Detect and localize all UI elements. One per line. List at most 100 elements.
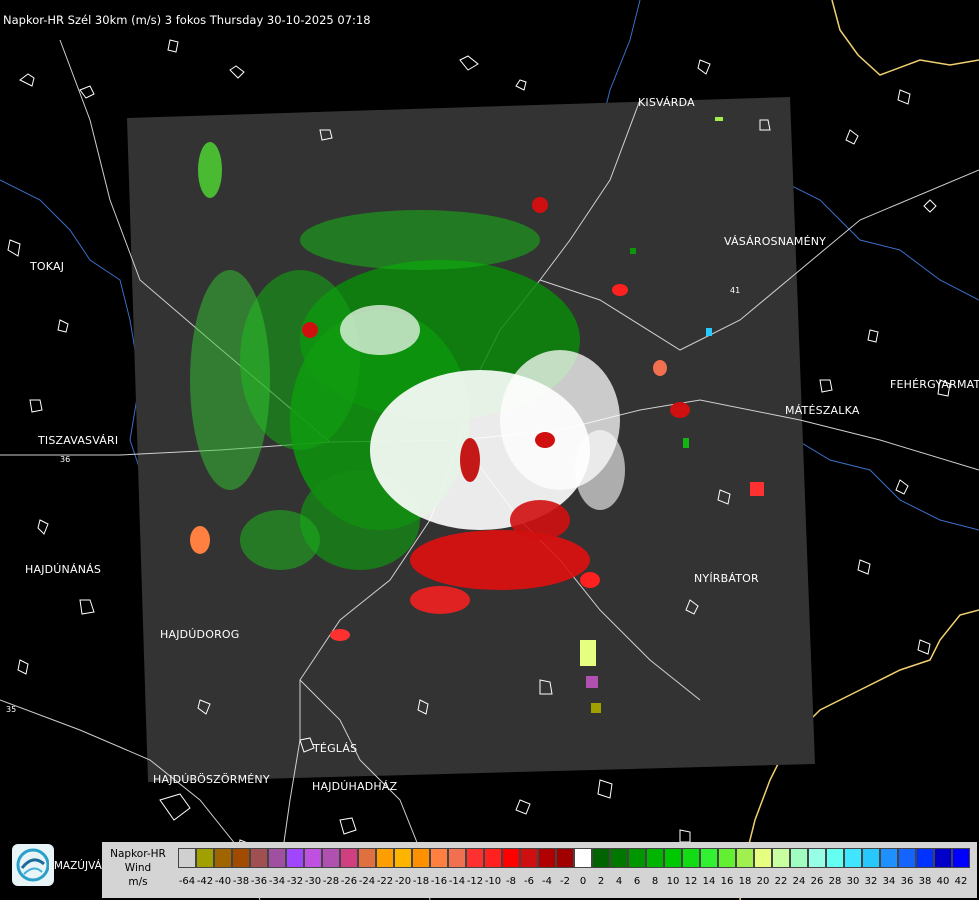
logo-text: LMAZÚJVÁR (48, 860, 110, 872)
legend-swatch (772, 848, 790, 868)
legend-tick-label: 2 (597, 876, 605, 887)
legend-swatch (304, 848, 322, 868)
legend-swatch (790, 848, 808, 868)
road-number-35: 35 (6, 705, 16, 714)
legend-swatch (214, 848, 232, 868)
legend-label-wind: Wind (124, 862, 152, 874)
legend-swatch (538, 848, 556, 868)
legend-swatch (556, 848, 574, 868)
legend-tick-label: 18 (738, 876, 752, 887)
city-label-hajdudorog: HAJDÚDOROG (160, 628, 240, 641)
wind-legend: Napkor-HR Wind m/s -64 -42 -40 -38 -36 -34 -32… (102, 842, 977, 898)
city-label-tiszavasvari: TISZAVASVÁRI (38, 434, 119, 447)
legend-tick-label: 28 (828, 876, 842, 887)
legend-swatch (628, 848, 646, 868)
legend-tick-label: 40 (936, 876, 950, 887)
legend-label-unit: m/s (128, 876, 148, 888)
legend-swatch (934, 848, 952, 868)
legend-tick-label: 20 (756, 876, 770, 887)
legend-swatch (808, 848, 826, 868)
road-number-36: 36 (60, 455, 70, 464)
legend-swatch (754, 848, 772, 868)
legend-swatch (826, 848, 844, 868)
map-title: Napkor-HR Szél 30km (m/s) 3 fokos Thursd… (3, 13, 371, 27)
legend-tick-label: -28 (322, 876, 340, 887)
legend-swatch (610, 848, 628, 868)
legend-swatch (574, 848, 592, 868)
legend-tick-label: 30 (846, 876, 860, 887)
legend-tick-label: 6 (633, 876, 641, 887)
legend-tick-label: -30 (304, 876, 322, 887)
legend-swatch (322, 848, 340, 868)
legend-tick-label: 4 (615, 876, 623, 887)
legend-tick-label: -38 (232, 876, 250, 887)
legend-tick-label: -34 (268, 876, 286, 887)
radar-map: 36 35 41 (0, 0, 979, 900)
city-label-hajduhadhaz: HAJDÚHADHÁZ (312, 780, 398, 793)
city-label-fehergyarmat: FEHÉRGYARMAT (890, 378, 979, 391)
legend-swatches (178, 848, 970, 868)
legend-tick-label: 38 (918, 876, 932, 887)
legend-swatch (880, 848, 898, 868)
legend-swatch (376, 848, 394, 868)
legend-swatch (736, 848, 754, 868)
legend-tick-label: -8 (506, 876, 516, 887)
legend-tick-label: 12 (684, 876, 698, 887)
legend-swatch (682, 848, 700, 868)
legend-tick-label: -10 (484, 876, 502, 887)
legend-swatch (448, 848, 466, 868)
legend-tick-label: -6 (524, 876, 534, 887)
legend-swatch (664, 848, 682, 868)
legend-tick-label: 22 (774, 876, 788, 887)
legend-label-title: Napkor-HR (110, 848, 166, 860)
legend-tick-label: -12 (466, 876, 484, 887)
city-label-vasarosnameny: VÁSÁROSNAMÉNY (724, 235, 827, 248)
legend-swatch (340, 848, 358, 868)
legend-swatch (394, 848, 412, 868)
legend-swatch (286, 848, 304, 868)
legend-swatch (250, 848, 268, 868)
legend-swatch (916, 848, 934, 868)
legend-tick-label: 0 (579, 876, 587, 887)
legend-tick-label: 26 (810, 876, 824, 887)
legend-swatch (430, 848, 448, 868)
legend-tick-label: 42 (954, 876, 968, 887)
legend-tick-label: 32 (864, 876, 878, 887)
legend-swatch (502, 848, 520, 868)
legend-swatch (268, 848, 286, 868)
legend-swatch (700, 848, 718, 868)
legend-tick-label: 14 (702, 876, 716, 887)
legend-swatch (412, 848, 430, 868)
legend-tick-label: 36 (900, 876, 914, 887)
legend-tick-label: -4 (542, 876, 552, 887)
city-label-tokaj: TOKAJ (30, 260, 65, 273)
legend-tick-label: -24 (358, 876, 376, 887)
legend-tick-label: -42 (196, 876, 214, 887)
legend-tick-label: -16 (430, 876, 448, 887)
city-label-mateszalka: MÁTÉSZALKA (785, 404, 860, 417)
legend-swatch (232, 848, 250, 868)
legend-tick-label: -22 (376, 876, 394, 887)
city-label-nyirbator: NYÍRBÁTOR (694, 572, 759, 585)
legend-swatch (718, 848, 736, 868)
legend-swatch (178, 848, 196, 868)
legend-tick-label: 24 (792, 876, 806, 887)
legend-tick-label: -64 (178, 876, 196, 887)
legend-swatch (484, 848, 502, 868)
legend-swatch (844, 848, 862, 868)
legend-tick-label: -18 (412, 876, 430, 887)
legend-swatch (898, 848, 916, 868)
city-label-kisvarda: KISVÁRDA (638, 96, 695, 109)
legend-tick-label: -2 (560, 876, 570, 887)
city-label-hajduboszormeny: HAJDÚBÖSZÖRMÉNY (153, 773, 270, 786)
legend-tick-label: -20 (394, 876, 412, 887)
road-number-41: 41 (730, 286, 740, 295)
legend-swatch (952, 848, 970, 868)
legend-tick-label: -26 (340, 876, 358, 887)
legend-tick-label: 10 (666, 876, 680, 887)
legend-tick-label: -36 (250, 876, 268, 887)
legend-swatch (862, 848, 880, 868)
legend-tick-label: 34 (882, 876, 896, 887)
legend-swatch (646, 848, 664, 868)
legend-tick-label: 8 (651, 876, 659, 887)
